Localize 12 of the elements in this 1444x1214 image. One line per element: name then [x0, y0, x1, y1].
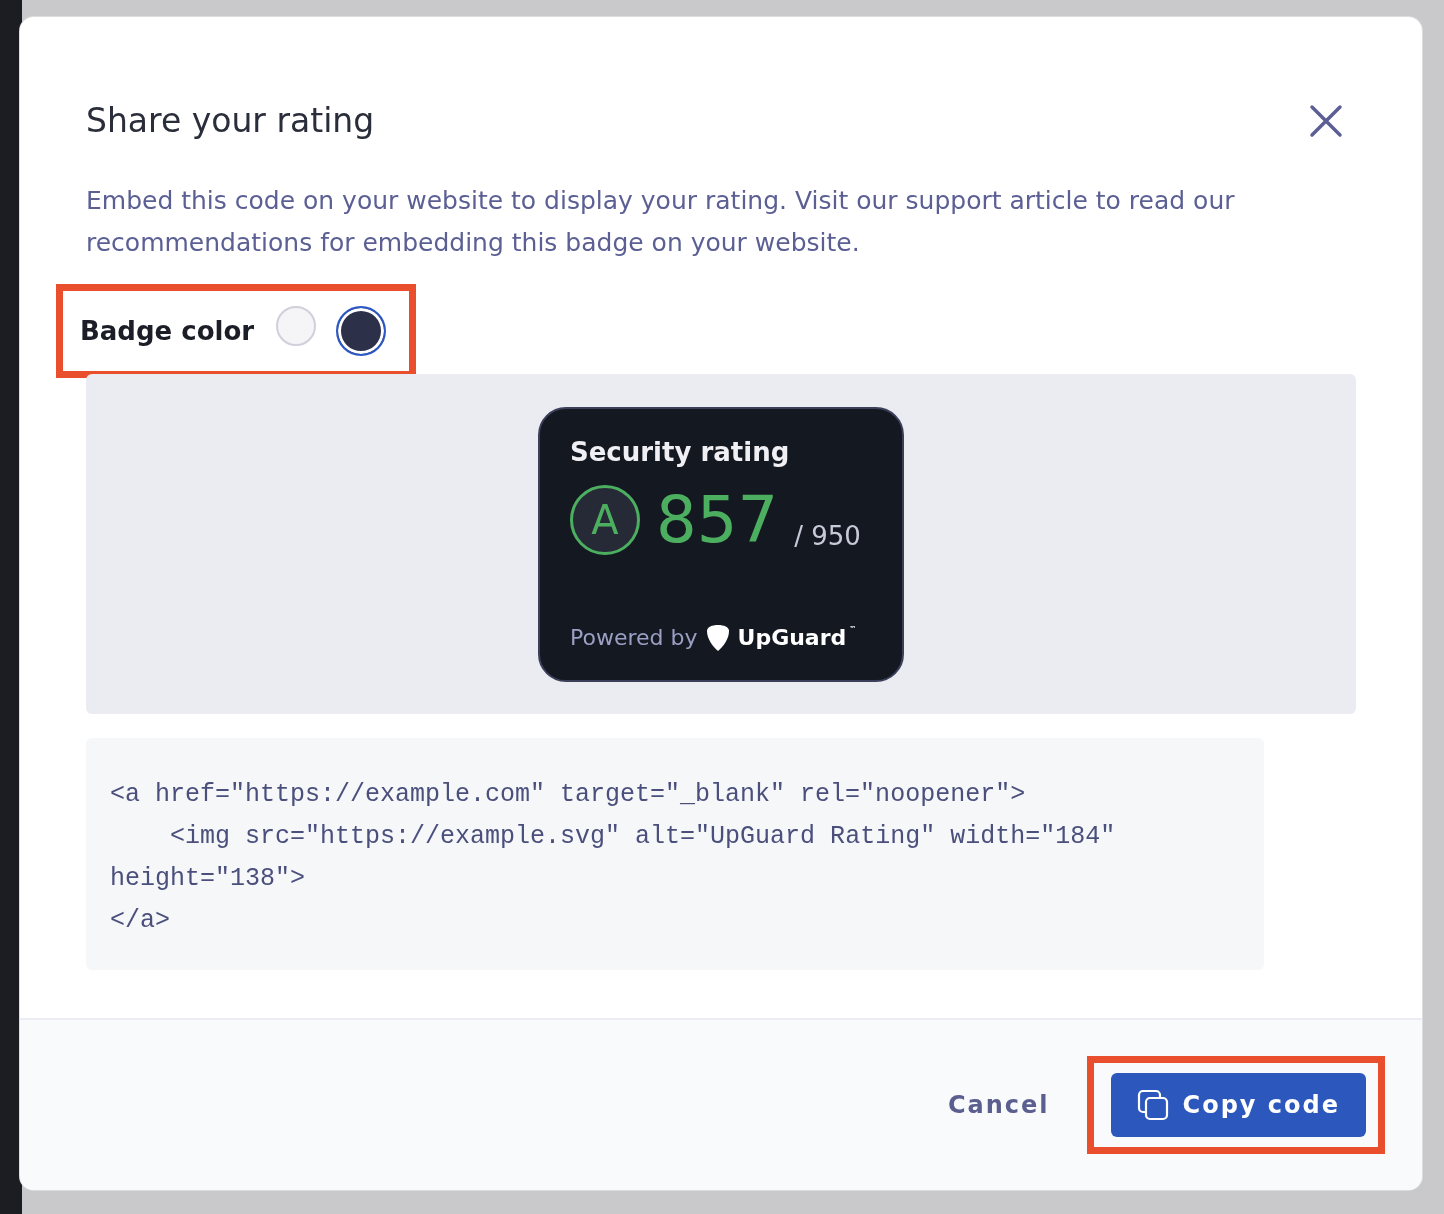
score-value: 857 [656, 487, 779, 552]
copy-code-button[interactable]: Copy code [1110, 1073, 1366, 1137]
cancel-button[interactable]: Cancel [937, 1083, 1060, 1127]
badge-color-label: Badge color [80, 316, 255, 346]
brand-name: UpGuard [737, 625, 847, 650]
grade-circle: A [570, 484, 640, 555]
embed-code: <a href="https://example.com" target="_blank" rel="noopener"> <img src="https://example.svg" alt="UpGuard Rating" width="184" height="138"> </a> [86, 738, 1264, 970]
description-text: Embed this code on your website to display your rating. Visit our support article to read our recommendations for embedding this badge on your website. [86, 185, 1236, 259]
dialog-title: Share your rating [86, 101, 375, 140]
badge-title: Security rating [570, 436, 791, 467]
powered-by-text: Powered by [570, 625, 698, 650]
score-max: / 950 [794, 520, 861, 551]
